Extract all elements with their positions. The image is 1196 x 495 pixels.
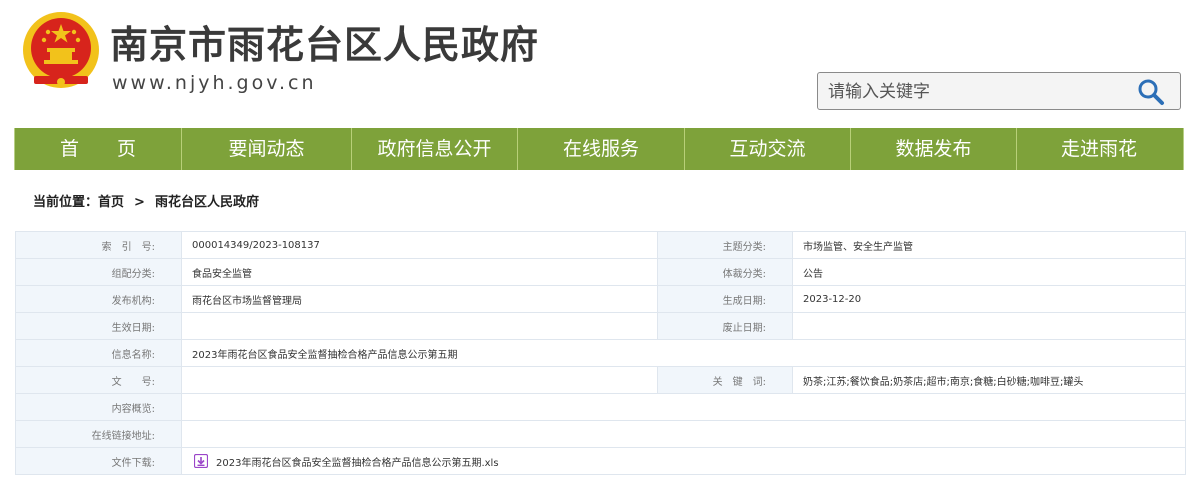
overview-label: 内容概览:: [15, 393, 182, 421]
index-no-value: 000014349/2023-108137: [181, 231, 658, 259]
nav-item-online-service[interactable]: 在线服务: [518, 128, 685, 170]
abolished-date-label: 废止日期:: [657, 312, 793, 340]
breadcrumb: 当前位置：首页 > 雨花台区人民政府: [33, 191, 259, 210]
keywords-label: 关 键 词:: [657, 366, 793, 394]
doc-no-value: [181, 366, 658, 394]
nav-item-interaction[interactable]: 互动交流: [685, 128, 851, 170]
table-row: 发布机构: 雨花台区市场监督管理局 生成日期: 2023-12-20: [15, 285, 1186, 313]
national-emblem-icon[interactable]: [20, 10, 102, 92]
table-row: 组配分类: 食品安全监管 体裁分类: 公告: [15, 258, 1186, 286]
breadcrumb-home-link[interactable]: 首页: [98, 195, 124, 210]
breadcrumb-separator: >: [134, 195, 145, 210]
search-input[interactable]: [826, 77, 1130, 107]
org-category-label: 组配分类:: [15, 258, 182, 286]
download-label: 文件下载:: [15, 447, 182, 475]
topic-value: 市场监管、安全生产监管: [792, 231, 1186, 259]
nav-item-about-yuhua[interactable]: 走进雨花: [1017, 128, 1181, 170]
table-row: 内容概览:: [15, 393, 1186, 421]
overview-value: [181, 393, 1186, 421]
nav-item-home[interactable]: 首 页: [15, 128, 182, 170]
org-category-value: 食品安全监管: [181, 258, 658, 286]
created-date-label: 生成日期:: [657, 285, 793, 313]
nav-item-news[interactable]: 要闻动态: [182, 128, 352, 170]
effective-date-value: [181, 312, 658, 340]
table-row: 文 号: 关 键 词: 奶茶;江苏;餐饮食品;奶茶店;超市;南京;食糖;白砂糖;…: [15, 366, 1186, 394]
site-header: 南京市雨花台区人民政府 www.njyh.gov.cn: [0, 0, 1196, 128]
main-nav: 首 页 要闻动态 政府信息公开 在线服务 互动交流 数据发布 走进雨花: [14, 128, 1184, 170]
table-row: 生效日期: 废止日期:: [15, 312, 1186, 340]
download-file-link[interactable]: 2023年雨花台区食品安全监督抽检合格产品信息公示第五期.xls: [216, 458, 499, 469]
topic-label: 主题分类:: [657, 231, 793, 259]
nav-item-gov-info[interactable]: 政府信息公开: [352, 128, 518, 170]
index-no-label: 索 引 号:: [15, 231, 182, 259]
download-file-icon[interactable]: [194, 454, 208, 468]
online-link-label: 在线链接地址:: [15, 420, 182, 448]
info-name-label: 信息名称:: [15, 339, 182, 367]
table-row: 文件下载: 2023年雨花台区食品安全监督抽检合格产品信息公示第五期.xls: [15, 447, 1186, 475]
breadcrumb-prefix: 当前位置：: [33, 195, 99, 210]
genre-value: 公告: [792, 258, 1186, 286]
breadcrumb-current: 雨花台区人民政府: [154, 195, 259, 210]
site-title: 南京市雨花台区人民政府: [110, 23, 540, 67]
info-table: 索 引 号: 000014349/2023-108137 主题分类: 市场监管、…: [15, 231, 1186, 475]
search-box: [817, 72, 1181, 110]
table-row: 索 引 号: 000014349/2023-108137 主题分类: 市场监管、…: [15, 231, 1186, 259]
table-row: 信息名称: 2023年雨花台区食品安全监督抽检合格产品信息公示第五期: [15, 339, 1186, 367]
search-icon[interactable]: [1136, 78, 1166, 106]
nav-item-data-release[interactable]: 数据发布: [851, 128, 1017, 170]
keywords-value: 奶茶;江苏;餐饮食品;奶茶店;超市;南京;食糖;白砂糖;咖啡豆;罐头: [792, 366, 1186, 394]
created-date-value: 2023-12-20: [792, 285, 1186, 313]
abolished-date-value: [792, 312, 1186, 340]
table-row: 在线链接地址:: [15, 420, 1186, 448]
publisher-value: 雨花台区市场监督管理局: [181, 285, 658, 313]
effective-date-label: 生效日期:: [15, 312, 182, 340]
info-name-value: 2023年雨花台区食品安全监督抽检合格产品信息公示第五期: [181, 339, 1186, 367]
site-url: www.njyh.gov.cn: [112, 72, 317, 94]
online-link-value: [181, 420, 1186, 448]
doc-no-label: 文 号:: [15, 366, 182, 394]
publisher-label: 发布机构:: [15, 285, 182, 313]
genre-label: 体裁分类:: [657, 258, 793, 286]
download-cell: 2023年雨花台区食品安全监督抽检合格产品信息公示第五期.xls: [181, 447, 1186, 475]
